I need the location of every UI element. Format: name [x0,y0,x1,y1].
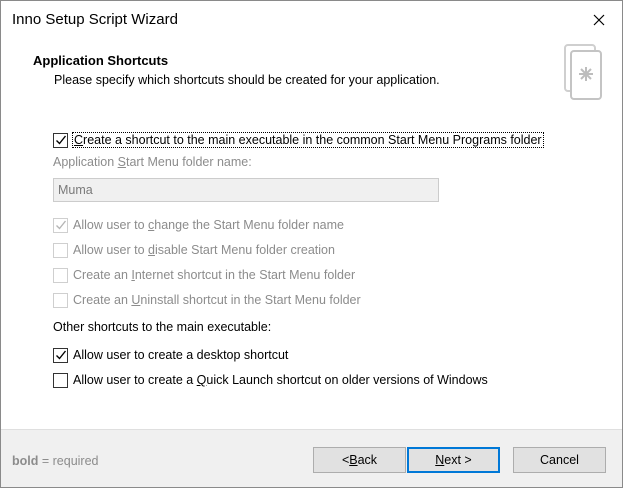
checkbox-box[interactable] [53,132,68,148]
close-button[interactable] [576,1,622,39]
checkbox-box[interactable] [53,292,68,308]
checkmark-icon [55,350,66,360]
allow-disable-label: Allow user to disable Start Menu folder … [73,243,335,257]
uninstall-shortcut-checkbox[interactable]: Create an Uninstall shortcut in the Star… [53,291,361,309]
quicklaunch-shortcut-checkbox[interactable]: Allow user to create a Quick Launch shor… [53,371,488,389]
checkbox-box[interactable] [53,217,68,233]
desktop-shortcut-label: Allow user to create a desktop shortcut [73,348,289,362]
main-shortcut-label: Create a shortcut to the main executable… [72,132,544,148]
wizard-window: Inno Setup Script Wizard Application Sho… [0,0,623,488]
page-title: Application Shortcuts [33,53,169,68]
wizard-document-icon [564,44,602,100]
title-bar: Inno Setup Script Wizard [1,1,622,39]
checkbox-box[interactable] [53,267,68,283]
wizard-header: Application Shortcuts Please specify whi… [1,39,622,119]
folder-name-input[interactable]: Muma [53,178,439,202]
checkbox-box[interactable] [53,347,68,363]
uninstall-shortcut-label: Create an Uninstall shortcut in the Star… [73,293,361,307]
next-button[interactable]: Next > [407,447,500,473]
quicklaunch-shortcut-label: Allow user to create a Quick Launch shor… [73,373,488,387]
required-hint: bold = required [12,454,99,468]
checkmark-icon [55,135,66,145]
folder-name-label: Application Start Menu folder name: [53,155,252,169]
back-button[interactable]: < Back [313,447,406,473]
allow-change-label: Allow user to change the Start Menu fold… [73,218,344,232]
other-shortcuts-label: Other shortcuts to the main executable: [53,320,272,334]
wizard-footer: bold = required < Back Next > Cancel [1,430,622,487]
page-subtitle: Please specify which shortcuts should be… [54,73,440,87]
window-title: Inno Setup Script Wizard [12,11,178,28]
allow-disable-checkbox[interactable]: Allow user to disable Start Menu folder … [53,241,335,259]
close-icon [593,14,605,26]
internet-shortcut-label: Create an Internet shortcut in the Start… [73,268,356,282]
cancel-button[interactable]: Cancel [513,447,606,473]
allow-change-checkbox[interactable]: Allow user to change the Start Menu fold… [53,216,344,234]
desktop-shortcut-checkbox[interactable]: Allow user to create a desktop shortcut [53,346,288,364]
checkmark-icon [55,220,66,230]
internet-shortcut-checkbox[interactable]: Create an Internet shortcut in the Start… [53,266,355,284]
checkbox-box[interactable] [53,242,68,258]
main-shortcut-checkbox[interactable]: Create a shortcut to the main executable… [53,131,544,149]
checkbox-box[interactable] [53,372,68,388]
